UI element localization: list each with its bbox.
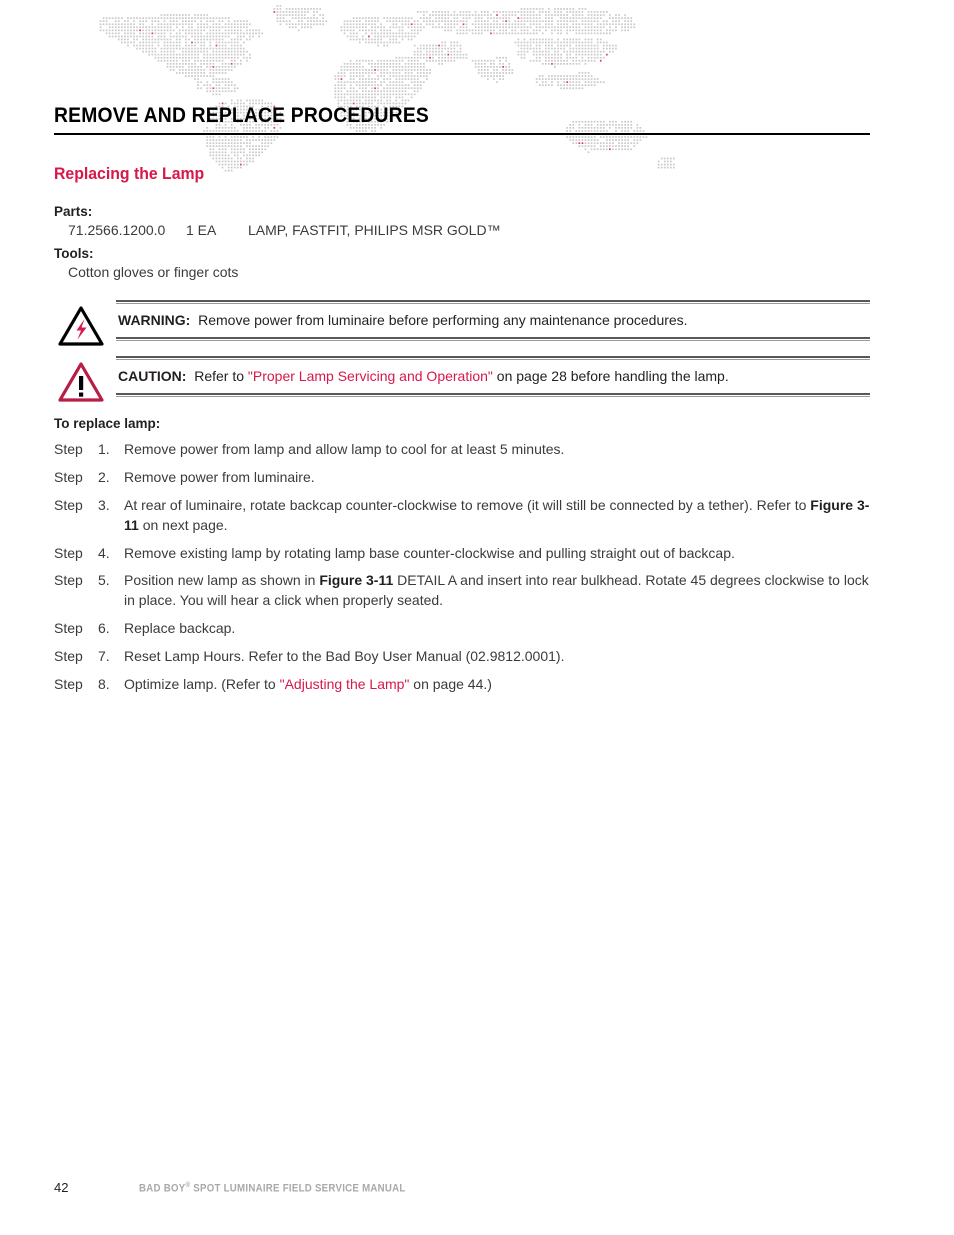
procedure-heading: To replace lamp: [54, 416, 161, 431]
cross-reference-link[interactable]: "Adjusting the Lamp" [280, 676, 410, 692]
warning-keyword: WARNING: [118, 312, 191, 328]
step-number: 4. [98, 544, 110, 561]
procedure-step: Step 8. Optimize lamp. (Refer to "Adjustin… [54, 675, 874, 695]
caution-message: Refer to [194, 368, 248, 384]
page-number: 42 [54, 1180, 69, 1195]
step-text: Reset Lamp Hours. Refer to the Bad Boy U… [124, 647, 874, 667]
procedure-step: Step 3. At rear of luminaire, rotate backc… [54, 496, 874, 536]
procedure-step: Step 6. Replace backcap. [54, 619, 874, 639]
parts-label: Parts: [54, 204, 93, 219]
page-footer: 42 BAD BOY® SPOT LUMINAIRE FIELD SERVICE… [54, 1180, 870, 1196]
step-text-run: Replace backcap. [124, 620, 236, 637]
step-number: 6. [98, 620, 110, 637]
caution-rule-top [116, 356, 870, 358]
step-number: 3. [98, 496, 110, 513]
page-title: REMOVE AND REPLACE PROCEDURES [54, 104, 429, 127]
warning-message: Remove power from luminaire before perfo… [198, 312, 688, 328]
footer-title-suffix: SPOT LUMINAIRE FIELD SERVICE MANUAL [190, 1182, 406, 1195]
caution-rule-bottom-thin [116, 396, 870, 397]
caution-cross-reference-link[interactable]: "Proper Lamp Servicing and Operation" [248, 368, 493, 384]
procedure-step-list: Step 1. Remove power from lamp and allow l… [54, 440, 874, 703]
caution-exclamation-triangle-icon [58, 362, 104, 402]
step-word: Step [54, 496, 83, 513]
part-description: LAMP, FASTFIT, PHILIPS MSR GOLD™ [248, 222, 501, 238]
procedure-step: Step 7. Reset Lamp Hours. Refer to the Bad… [54, 647, 874, 667]
procedure-step: Step 4. Remove existing lamp by rotating l… [54, 544, 874, 564]
step-text: Remove existing lamp by rotating lamp ba… [124, 544, 874, 564]
warning-text: WARNING: Remove power from luminaire bef… [116, 304, 870, 337]
step-text-run: Position new lamp as shown in [124, 572, 320, 589]
section-heading: Replacing the Lamp [54, 164, 205, 183]
procedure-step: Step 1. Remove power from lamp and allow l… [54, 440, 874, 460]
step-number: 2. [98, 468, 110, 485]
step-word: Step [54, 675, 83, 692]
procedure-step: Step 5. Position new lamp as shown in Figu… [54, 571, 874, 611]
step-word: Step [54, 544, 83, 561]
step-text: Remove power from luminaire. [124, 468, 874, 488]
step-text-run: Reset Lamp Hours. Refer to the Bad Boy U… [124, 648, 565, 664]
caution-message-tail: on page 28 before handling the lamp. [492, 368, 729, 384]
step-text: Optimize lamp. (Refer to "Adjusting the … [124, 675, 874, 695]
step-text: Remove power from lamp and allow lamp to… [124, 440, 874, 460]
caution-body: CAUTION: Refer to "Proper Lamp Servicing… [116, 356, 870, 397]
step-word: Step [54, 572, 83, 589]
warning-body: WARNING: Remove power from luminaire bef… [116, 300, 870, 341]
footer-manual-title: BAD BOY® SPOT LUMINAIRE FIELD SERVICE MA… [139, 1182, 406, 1195]
step-text-run: Optimize lamp. (Refer to [124, 675, 280, 692]
step-word: Step [54, 648, 83, 664]
figure-reference: Figure 3-11 [319, 572, 394, 589]
caution-rule-bottom [116, 393, 870, 395]
step-number: 8. [98, 675, 110, 692]
page-content: REMOVE AND REPLACE PROCEDURES Replacing … [0, 0, 954, 1235]
step-word: Step [54, 468, 83, 485]
step-number: 5. [98, 572, 110, 589]
step-number: 1. [98, 441, 110, 457]
warning-lightning-triangle-icon [58, 306, 104, 346]
step-text: At rear of luminaire, rotate backcap cou… [124, 496, 874, 536]
step-text-run: on page 44.) [409, 675, 492, 692]
caution-keyword: CAUTION: [118, 368, 187, 384]
step-text: Replace backcap. [124, 619, 874, 639]
step-number: 7. [98, 648, 110, 664]
footer-title-prefix: BAD BOY [139, 1182, 186, 1195]
step-text: Position new lamp as shown in Figure 3-1… [124, 571, 874, 611]
warning-rule-bottom-thin [116, 340, 870, 341]
step-text-run: Remove power from luminaire. [124, 468, 315, 485]
step-text-run: Remove power from lamp and allow lamp to… [124, 441, 565, 457]
step-text-run: Remove existing lamp by rotating lamp ba… [124, 544, 735, 561]
part-number: 71.2566.1200.0 [68, 222, 166, 238]
title-divider [54, 133, 870, 135]
warning-rule-bottom [116, 337, 870, 339]
tools-item: Cotton gloves or finger cots [68, 264, 239, 280]
tools-label: Tools: [54, 246, 94, 261]
parts-row: 71.2566.1200.0 1 EA LAMP, FASTFIT, PHILIPS… [68, 222, 501, 238]
step-text-run: on next page. [138, 516, 228, 533]
step-word: Step [54, 441, 83, 457]
part-quantity: 1 EA [186, 222, 217, 238]
step-text-run: At rear of luminaire, rotate backcap cou… [124, 496, 811, 513]
caution-text: CAUTION: Refer to "Proper Lamp Servicing… [116, 360, 870, 393]
procedure-step: Step 2. Remove power from luminaire. [54, 468, 874, 488]
step-word: Step [54, 620, 83, 637]
warning-rule-top [116, 300, 870, 302]
